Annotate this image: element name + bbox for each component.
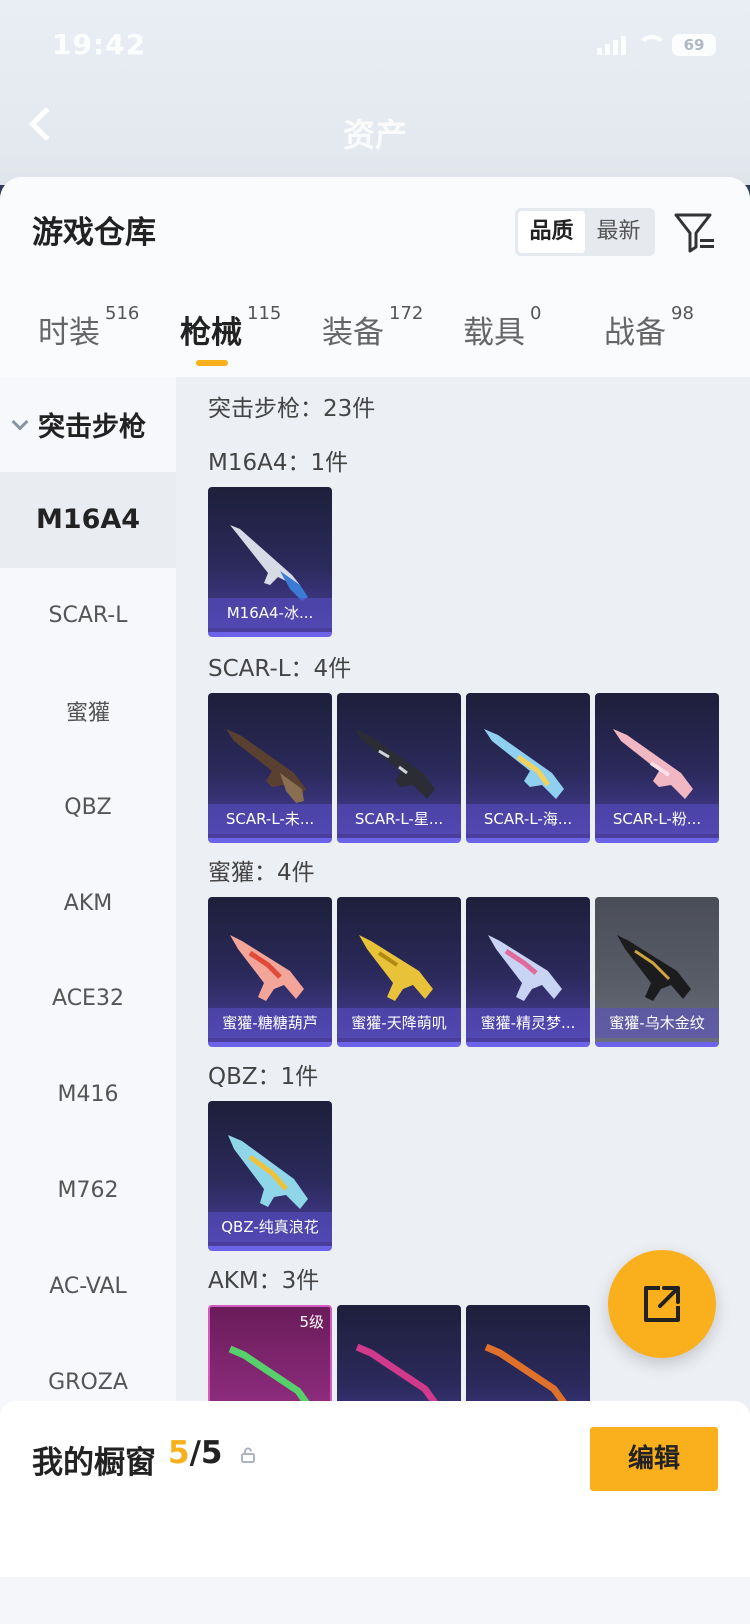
- weapon-card-label: SCAR-L-粉...: [595, 804, 719, 834]
- share-button[interactable]: [608, 1250, 716, 1358]
- rifle-icon: [230, 525, 308, 601]
- top-bar: 19:42 69 资产: [0, 0, 750, 185]
- sheet-header: 游戏仓库 品质 最新 时装 516 枪械 115 装备 172 载具 0 战备 …: [0, 177, 750, 377]
- tab-label: 枪械: [180, 315, 242, 351]
- weapon-card[interactable]: 蜜獾-乌木金纹: [595, 897, 719, 1047]
- signal-icon: [597, 35, 626, 55]
- wifi-icon: [636, 35, 667, 55]
- tab-count: 115: [247, 303, 282, 324]
- category-tabs: 时装 516 枪械 115 装备 172 载具 0 战备 98: [0, 303, 750, 367]
- section-total: 突击步枪：23件: [208, 396, 376, 422]
- weapon-card[interactable]: 蜜獾-天降萌叽: [337, 897, 461, 1047]
- weapon-card[interactable]: 蜜獾-精灵梦...: [466, 897, 590, 1047]
- weapon-card-label: SCAR-L-星...: [337, 804, 461, 834]
- smg-icon: [617, 935, 691, 1001]
- status-icons: 69: [597, 34, 716, 56]
- weapon-card-label: QBZ-纯真浪花: [208, 1212, 332, 1242]
- category-group-assault-rifle[interactable]: 突击步枪: [0, 377, 176, 472]
- tab-vehicles[interactable]: 载具 0: [463, 303, 541, 352]
- section-title: QBZ：1件: [208, 1064, 319, 1090]
- tab-equipment[interactable]: 装备 172: [322, 303, 423, 352]
- showcase-current: 5: [168, 1435, 190, 1471]
- showcase-total: /5: [189, 1435, 223, 1471]
- rifle-icon: [613, 729, 693, 799]
- category-item[interactable]: M762: [0, 1143, 176, 1239]
- rifle-icon: [228, 1135, 308, 1209]
- smg-icon: [230, 935, 304, 1001]
- showcase-bar: 我的橱窗 5/5 编辑: [0, 1401, 750, 1577]
- share-external-icon: [644, 1286, 680, 1322]
- weapon-card-label: 蜜獾-乌木金纹: [595, 1008, 719, 1038]
- sort-quality-option[interactable]: 品质: [518, 211, 585, 253]
- category-item[interactable]: QBZ: [0, 759, 176, 855]
- tab-label: 战备: [604, 315, 666, 351]
- rifle-icon: [355, 729, 435, 799]
- weapon-card[interactable]: SCAR-L-星...: [337, 693, 461, 843]
- smg-icon: [359, 935, 433, 1001]
- weapon-card-label: M16A4-冰...: [208, 598, 332, 628]
- category-item[interactable]: SCAR-L: [0, 568, 176, 664]
- weapon-card[interactable]: SCAR-L-海...: [466, 693, 590, 843]
- weapon-card[interactable]: QBZ-纯真浪花: [208, 1101, 332, 1251]
- tab-label: 装备: [322, 315, 384, 351]
- weapon-card-label: 蜜獾-精灵梦...: [466, 1008, 590, 1038]
- status-time: 19:42: [52, 28, 147, 61]
- weapon-card-label: SCAR-L-海...: [466, 804, 590, 834]
- chevron-down-icon: [11, 413, 29, 430]
- weapon-card[interactable]: SCAR-L-粉...: [595, 693, 719, 843]
- tab-count: 172: [389, 303, 424, 324]
- category-group-label: 突击步枪: [38, 412, 146, 443]
- category-item[interactable]: M16A4: [0, 472, 176, 568]
- section-title: 蜜獾：4件: [208, 860, 315, 886]
- edit-button[interactable]: 编辑: [590, 1427, 718, 1491]
- rifle-icon: [226, 729, 306, 803]
- lock-icon: [241, 1447, 255, 1463]
- weapon-category-list: 突击步枪 M16A4 SCAR-L 蜜獾 QBZ AKM ACE32 M416 …: [0, 377, 176, 1427]
- warehouse-sheet: 游戏仓库 品质 最新 时装 516 枪械 115 装备 172 载具 0 战备 …: [0, 177, 750, 1624]
- tab-fashion[interactable]: 时装 516: [38, 303, 139, 352]
- active-tab-indicator: [196, 360, 228, 366]
- category-item[interactable]: M416: [0, 1047, 176, 1143]
- tab-weapons[interactable]: 枪械 115: [180, 303, 281, 352]
- tab-count: 516: [105, 303, 140, 324]
- weapon-card-label: 蜜獾-天降萌叽: [337, 1008, 461, 1038]
- category-item[interactable]: AC-VAL: [0, 1238, 176, 1334]
- weapon-card-label: SCAR-L-未...: [208, 804, 332, 834]
- showcase-label: 我的橱窗: [32, 1445, 156, 1481]
- tab-supplies[interactable]: 战备 98: [604, 303, 694, 352]
- category-item[interactable]: AKM: [0, 855, 176, 951]
- tab-label: 载具: [463, 315, 525, 351]
- section-title: M16A4：1件: [208, 450, 349, 476]
- sort-toggle[interactable]: 品质 最新: [515, 208, 655, 256]
- tab-count: 98: [671, 303, 694, 324]
- sort-newest-option[interactable]: 最新: [585, 211, 652, 253]
- section-title: AKM：3件: [208, 1268, 320, 1294]
- smg-icon: [488, 935, 562, 1001]
- battery-icon: 69: [672, 34, 716, 56]
- weapon-card-label: 蜜獾-糖糖葫芦: [208, 1008, 332, 1038]
- weapon-card[interactable]: M16A4-冰...: [208, 487, 332, 637]
- page-title: 资产: [342, 116, 407, 154]
- category-item[interactable]: 蜜獾: [0, 664, 176, 760]
- filter-icon[interactable]: [672, 209, 718, 255]
- section-title: SCAR-L：4件: [208, 656, 352, 682]
- tab-count: 0: [530, 303, 542, 324]
- showcase-count: 5/5: [168, 1435, 222, 1471]
- tab-label: 时装: [38, 315, 100, 351]
- sheet-title: 游戏仓库: [32, 215, 156, 251]
- weapon-card[interactable]: 蜜獾-糖糖葫芦: [208, 897, 332, 1047]
- weapon-card[interactable]: SCAR-L-未...: [208, 693, 332, 843]
- category-item[interactable]: ACE32: [0, 951, 176, 1047]
- rifle-icon: [484, 729, 564, 799]
